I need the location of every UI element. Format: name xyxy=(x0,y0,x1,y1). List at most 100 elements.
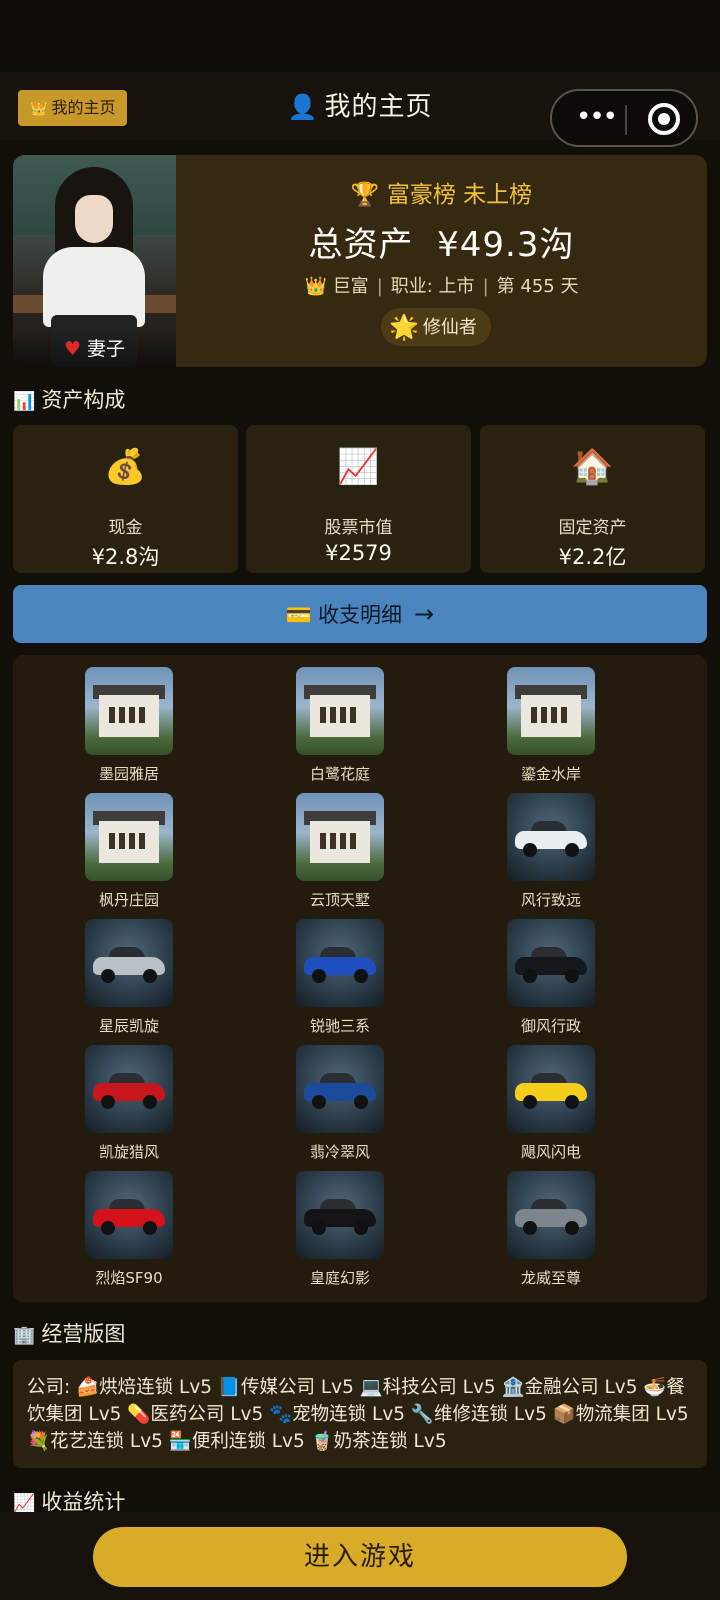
crown-icon: 👑 xyxy=(304,276,327,297)
collection-item[interactable]: 星辰凯旋 xyxy=(74,919,184,1039)
collection-item-name: 风行致远 xyxy=(520,891,581,909)
asset-card-stocks[interactable]: 📈 股票市值 ¥2579 xyxy=(246,425,471,573)
collection-item-name: 御风行政 xyxy=(520,1017,581,1035)
collection-item[interactable]: 凯旋猎风 xyxy=(74,1045,184,1165)
collection-item[interactable]: 飓风闪电 xyxy=(496,1045,606,1165)
collection-item[interactable]: 墨园雅居 xyxy=(74,667,184,787)
car-thumbnail xyxy=(296,919,384,1007)
collection-item-name: 烈焰SF90 xyxy=(95,1269,163,1287)
collection-item[interactable]: 龙威至尊 xyxy=(496,1171,606,1291)
house-icon: 🏠 xyxy=(571,447,614,487)
money-bag-icon: 💰 xyxy=(104,447,147,487)
portrait-face xyxy=(75,195,113,243)
chart-increasing-icon: 📈 xyxy=(337,447,380,487)
car-wheel xyxy=(523,843,537,857)
companion-portrait[interactable]: ♥ 妻子 xyxy=(13,155,176,367)
collection-item-name: 墨园雅居 xyxy=(98,765,159,783)
asset-card-value: ¥2.8沟 xyxy=(91,545,160,569)
collection-item-name: 飓风闪电 xyxy=(520,1143,581,1161)
more-options-icon[interactable]: ••• xyxy=(570,104,622,131)
business-list: 公司: 🍰烘焙连锁 Lv5 📘传媒公司 Lv5 💻科技公司 Lv5 🏦金融公司 … xyxy=(13,1360,707,1468)
collection-item-name: 鎏金水岸 xyxy=(520,765,581,783)
capsule-divider xyxy=(625,105,627,135)
car-wheel xyxy=(312,969,326,983)
car-wheel xyxy=(143,1095,157,1109)
asset-card-label: 固定资产 xyxy=(558,518,627,538)
asset-section-title: 📊 资产构成 xyxy=(13,384,125,414)
title-badge[interactable]: 🌟 修仙者 xyxy=(381,308,491,346)
house-thumbnail xyxy=(296,667,384,755)
collection-item-name: 云顶天墅 xyxy=(309,891,370,909)
asset-card-fixed[interactable]: 🏠 固定资产 ¥2.2亿 xyxy=(480,425,705,573)
car-wheel xyxy=(565,1221,579,1235)
collection-item-name: 皇庭幻影 xyxy=(309,1269,370,1287)
collection-item[interactable]: 御风行政 xyxy=(496,919,606,1039)
car-wheel xyxy=(523,1095,537,1109)
asset-card-label: 股票市值 xyxy=(324,518,393,538)
car-wheel xyxy=(143,969,157,983)
page-title-label: 我的主页 xyxy=(324,92,433,122)
status-bar xyxy=(0,0,720,72)
car-thumbnail xyxy=(507,919,595,1007)
collection-item[interactable]: 烈焰SF90 xyxy=(74,1171,184,1291)
title-badge-label: 修仙者 xyxy=(422,317,477,338)
income-section-title-label: 收益统计 xyxy=(41,1490,126,1514)
companion-label: 妻子 xyxy=(87,338,126,360)
collection-item-name: 龙威至尊 xyxy=(520,1269,581,1287)
property-collection: 墨园雅居 白鹭花庭 鎏金水岸枫丹庄园 云顶天墅 风行致远星辰凯旋 锐驰三系 御风行政凯旋猎风… xyxy=(13,655,707,1302)
car-wheel xyxy=(354,969,368,983)
car-wheel xyxy=(523,969,537,983)
wealth-tier: 巨富 xyxy=(332,276,369,297)
collection-item[interactable]: 枫丹庄园 xyxy=(74,793,184,913)
car-thumbnail xyxy=(85,1045,173,1133)
ledger-button[interactable]: 💳 收支明细 → xyxy=(13,585,707,643)
car-wheel xyxy=(101,1095,115,1109)
total-assets-label: 总资产 xyxy=(308,225,414,265)
collection-item-name: 凯旋猎风 xyxy=(98,1143,159,1161)
car-thumbnail xyxy=(296,1045,384,1133)
car-wheel xyxy=(101,969,115,983)
total-assets-value: ¥49.3沟 xyxy=(437,225,575,265)
total-assets: 总资产 ¥49.3沟 xyxy=(176,217,707,266)
profile-card: ♥ 妻子 🏆 富豪榜 未上榜 总资产 ¥49.3沟 👑 巨富 | 职业: 上市 | 第 4… xyxy=(13,155,707,367)
asset-section-title-label: 资产构成 xyxy=(41,388,126,412)
collection-item[interactable]: 云顶天墅 xyxy=(285,793,395,913)
asset-card-cash[interactable]: 💰 现金 ¥2.8沟 xyxy=(13,425,238,573)
chart-increasing-icon: 📈 xyxy=(13,1493,36,1514)
collection-item-name: 枫丹庄园 xyxy=(98,891,159,909)
collection-item[interactable]: 皇庭幻影 xyxy=(285,1171,395,1291)
enter-game-button[interactable]: 进入游戏 xyxy=(93,1527,627,1587)
rich-list-rank[interactable]: 🏆 富豪榜 未上榜 xyxy=(176,175,707,209)
house-win xyxy=(531,707,571,723)
collection-item[interactable]: 鎏金水岸 xyxy=(496,667,606,787)
car-wheel xyxy=(565,843,579,857)
office-building-icon: 🏢 xyxy=(13,1325,36,1346)
close-miniprogram-icon[interactable] xyxy=(648,103,680,135)
collection-item-name: 星辰凯旋 xyxy=(98,1017,159,1035)
heart-icon: ♥ xyxy=(63,338,82,360)
car-thumbnail xyxy=(507,1045,595,1133)
collection-item[interactable]: 锐驰三系 xyxy=(285,919,395,1039)
bar-chart-icon: 📊 xyxy=(13,391,36,412)
car-thumbnail xyxy=(507,1171,595,1259)
credit-card-icon: 💳 xyxy=(285,603,313,627)
person-icon: 👤 xyxy=(287,93,319,121)
car-wheel xyxy=(523,1221,537,1235)
asset-card-value: ¥2.2亿 xyxy=(558,545,627,569)
house-thumbnail xyxy=(85,793,173,881)
car-wheel xyxy=(565,969,579,983)
business-section-title: 🏢 经营版图 xyxy=(13,1318,125,1348)
arrow-right-icon: → xyxy=(414,600,435,628)
asset-card-label: 现金 xyxy=(108,518,143,538)
car-wheel xyxy=(312,1221,326,1235)
house-thumbnail xyxy=(296,793,384,881)
collection-item[interactable]: 白鹭花庭 xyxy=(285,667,395,787)
collection-item[interactable]: 翡冷翠风 xyxy=(285,1045,395,1165)
collection-item-name: 锐驰三系 xyxy=(309,1017,370,1035)
business-section-title-label: 经营版图 xyxy=(41,1322,126,1346)
nav-bar: 👑 我的主页 👤 我的主页 ••• xyxy=(0,72,720,147)
car-thumbnail xyxy=(85,1171,173,1259)
collection-item-name: 白鹭花庭 xyxy=(309,765,370,783)
car-thumbnail xyxy=(507,793,595,881)
collection-item[interactable]: 风行致远 xyxy=(496,793,606,913)
